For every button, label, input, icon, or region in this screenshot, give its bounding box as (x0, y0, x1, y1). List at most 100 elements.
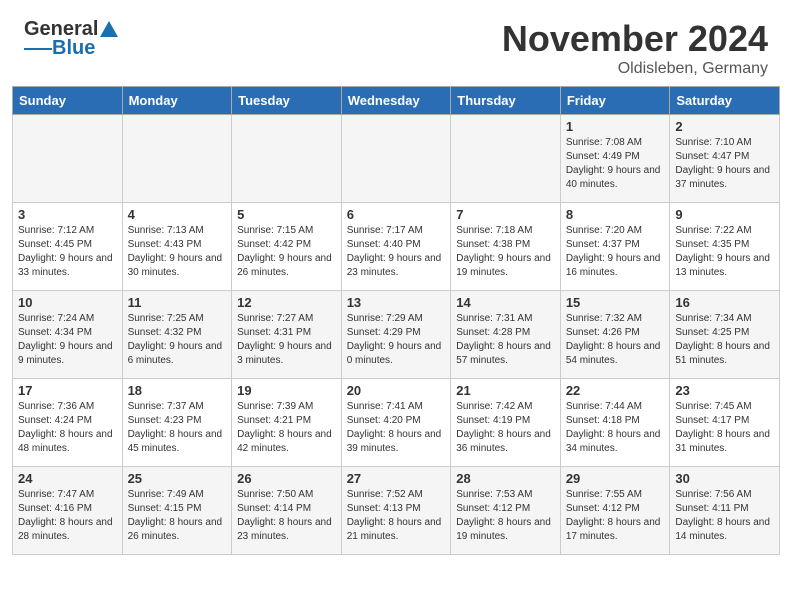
day-info: Sunrise: 7:44 AM Sunset: 4:18 PM Dayligh… (566, 400, 665, 456)
day-number: 30 (675, 471, 774, 486)
day-info: Sunrise: 7:49 AM Sunset: 4:15 PM Dayligh… (128, 488, 227, 544)
day-info: Sunrise: 7:15 AM Sunset: 4:42 PM Dayligh… (237, 224, 336, 280)
day-number: 11 (128, 295, 227, 310)
calendar-cell: 18 Sunrise: 7:37 AM Sunset: 4:23 PM Dayli… (122, 379, 232, 467)
day-info: Sunrise: 7:47 AM Sunset: 4:16 PM Dayligh… (18, 488, 117, 544)
day-number: 4 (128, 207, 227, 222)
calendar-cell: 28Sunrise: 7:53 AM Sunset: 4:12 PM Dayli… (451, 467, 561, 555)
day-info: Sunrise: 7:18 AM Sunset: 4:38 PM Dayligh… (456, 224, 555, 280)
day-number: 14 (456, 295, 555, 310)
logo: General Blue (24, 18, 120, 60)
day-info: Sunrise: 7:31 AM Sunset: 4:28 PM Dayligh… (456, 312, 555, 368)
day-info: Sunrise: 7:13 AM Sunset: 4:43 PM Dayligh… (128, 224, 227, 280)
calendar-cell: 15 Sunrise: 7:32 AM Sunset: 4:26 PM Dayli… (560, 291, 670, 379)
calendar-cell: 14 Sunrise: 7:31 AM Sunset: 4:28 PM Dayli… (451, 291, 561, 379)
day-number: 2 (675, 119, 774, 134)
day-number: 29 (566, 471, 665, 486)
day-number: 10 (18, 295, 117, 310)
calendar-cell: 8Sunrise: 7:20 AM Sunset: 4:37 PM Daylig… (560, 203, 670, 291)
day-info: Sunrise: 7:10 AM Sunset: 4:47 PM Dayligh… (675, 136, 774, 192)
day-number: 5 (237, 207, 336, 222)
calendar-cell: 4 Sunrise: 7:13 AM Sunset: 4:43 PM Daylig… (122, 203, 232, 291)
day-info: Sunrise: 7:08 AM Sunset: 4:49 PM Dayligh… (566, 136, 665, 192)
day-number: 7 (456, 207, 555, 222)
day-info: Sunrise: 7:32 AM Sunset: 4:26 PM Dayligh… (566, 312, 665, 368)
col-thursday: Thursday (451, 87, 561, 115)
col-saturday: Saturday (670, 87, 780, 115)
calendar-cell: 25 Sunrise: 7:49 AM Sunset: 4:15 PM Dayli… (122, 467, 232, 555)
calendar-cell: 16 Sunrise: 7:34 AM Sunset: 4:25 PM Dayli… (670, 291, 780, 379)
day-number: 12 (237, 295, 336, 310)
calendar-week-2: 3 Sunrise: 7:12 AM Sunset: 4:45 PM Daylig… (13, 203, 780, 291)
col-sunday: Sunday (13, 87, 123, 115)
month-title: November 2024 (502, 18, 768, 60)
day-number: 3 (18, 207, 117, 222)
day-info: Sunrise: 7:36 AM Sunset: 4:24 PM Dayligh… (18, 400, 117, 456)
day-info: Sunrise: 7:37 AM Sunset: 4:23 PM Dayligh… (128, 400, 227, 456)
day-number: 8 (566, 207, 665, 222)
calendar-cell: 3 Sunrise: 7:12 AM Sunset: 4:45 PM Daylig… (13, 203, 123, 291)
location: Oldisleben, Germany (502, 60, 768, 78)
day-info: Sunrise: 7:45 AM Sunset: 4:17 PM Dayligh… (675, 400, 774, 456)
calendar-cell: 9 Sunrise: 7:22 AM Sunset: 4:35 PM Daylig… (670, 203, 780, 291)
header-row: Sunday Monday Tuesday Wednesday Thursday… (13, 87, 780, 115)
calendar-cell: 20Sunrise: 7:41 AM Sunset: 4:20 PM Dayli… (341, 379, 451, 467)
day-info: Sunrise: 7:55 AM Sunset: 4:12 PM Dayligh… (566, 488, 665, 544)
day-number: 18 (128, 383, 227, 398)
calendar-cell: 10 Sunrise: 7:24 AM Sunset: 4:34 PM Dayli… (13, 291, 123, 379)
calendar-cell: 1 Sunrise: 7:08 AM Sunset: 4:49 PM Daylig… (560, 115, 670, 203)
day-info: Sunrise: 7:12 AM Sunset: 4:45 PM Dayligh… (18, 224, 117, 280)
day-number: 6 (347, 207, 446, 222)
day-number: 9 (675, 207, 774, 222)
logo-triangle-icon (98, 19, 120, 41)
calendar-cell: 7 Sunrise: 7:18 AM Sunset: 4:38 PM Daylig… (451, 203, 561, 291)
calendar-week-3: 10 Sunrise: 7:24 AM Sunset: 4:34 PM Dayli… (13, 291, 780, 379)
day-info: Sunrise: 7:34 AM Sunset: 4:25 PM Dayligh… (675, 312, 774, 368)
day-info: Sunrise: 7:22 AM Sunset: 4:35 PM Dayligh… (675, 224, 774, 280)
day-number: 13 (347, 295, 446, 310)
col-friday: Friday (560, 87, 670, 115)
calendar-cell (341, 115, 451, 203)
calendar-cell (451, 115, 561, 203)
day-info: Sunrise: 7:53 AM Sunset: 4:12 PM Dayligh… (456, 488, 555, 544)
calendar-cell: 5 Sunrise: 7:15 AM Sunset: 4:42 PM Daylig… (232, 203, 342, 291)
calendar-cell: 21 Sunrise: 7:42 AM Sunset: 4:19 PM Dayli… (451, 379, 561, 467)
day-number: 17 (18, 383, 117, 398)
title-area: November 2024 Oldisleben, Germany (502, 18, 768, 78)
col-tuesday: Tuesday (232, 87, 342, 115)
calendar-cell (122, 115, 232, 203)
calendar-table: Sunday Monday Tuesday Wednesday Thursday… (12, 86, 780, 555)
day-number: 19 (237, 383, 336, 398)
calendar-cell: 22Sunrise: 7:44 AM Sunset: 4:18 PM Dayli… (560, 379, 670, 467)
day-number: 15 (566, 295, 665, 310)
day-info: Sunrise: 7:50 AM Sunset: 4:14 PM Dayligh… (237, 488, 336, 544)
day-number: 20 (347, 383, 446, 398)
day-info: Sunrise: 7:29 AM Sunset: 4:29 PM Dayligh… (347, 312, 446, 368)
calendar-cell: 27 Sunrise: 7:52 AM Sunset: 4:13 PM Dayli… (341, 467, 451, 555)
day-number: 24 (18, 471, 117, 486)
day-number: 1 (566, 119, 665, 134)
day-info: Sunrise: 7:25 AM Sunset: 4:32 PM Dayligh… (128, 312, 227, 368)
calendar-cell: 29 Sunrise: 7:55 AM Sunset: 4:12 PM Dayli… (560, 467, 670, 555)
day-number: 27 (347, 471, 446, 486)
logo-blue-text: Blue (52, 37, 95, 60)
day-info: Sunrise: 7:56 AM Sunset: 4:11 PM Dayligh… (675, 488, 774, 544)
calendar-cell (232, 115, 342, 203)
calendar-cell (13, 115, 123, 203)
day-info: Sunrise: 7:24 AM Sunset: 4:34 PM Dayligh… (18, 312, 117, 368)
day-info: Sunrise: 7:52 AM Sunset: 4:13 PM Dayligh… (347, 488, 446, 544)
day-number: 25 (128, 471, 227, 486)
calendar-cell: 23Sunrise: 7:45 AM Sunset: 4:17 PM Dayli… (670, 379, 780, 467)
calendar-cell: 13 Sunrise: 7:29 AM Sunset: 4:29 PM Dayli… (341, 291, 451, 379)
day-number: 16 (675, 295, 774, 310)
calendar-cell: 11 Sunrise: 7:25 AM Sunset: 4:32 PM Dayli… (122, 291, 232, 379)
calendar-cell: 12Sunrise: 7:27 AM Sunset: 4:31 PM Dayli… (232, 291, 342, 379)
day-number: 21 (456, 383, 555, 398)
calendar-cell: 17 Sunrise: 7:36 AM Sunset: 4:24 PM Dayli… (13, 379, 123, 467)
day-info: Sunrise: 7:42 AM Sunset: 4:19 PM Dayligh… (456, 400, 555, 456)
calendar-cell: 2 Sunrise: 7:10 AM Sunset: 4:47 PM Daylig… (670, 115, 780, 203)
calendar-week-1: 1 Sunrise: 7:08 AM Sunset: 4:49 PM Daylig… (13, 115, 780, 203)
col-wednesday: Wednesday (341, 87, 451, 115)
calendar-cell: 6Sunrise: 7:17 AM Sunset: 4:40 PM Daylig… (341, 203, 451, 291)
day-number: 26 (237, 471, 336, 486)
